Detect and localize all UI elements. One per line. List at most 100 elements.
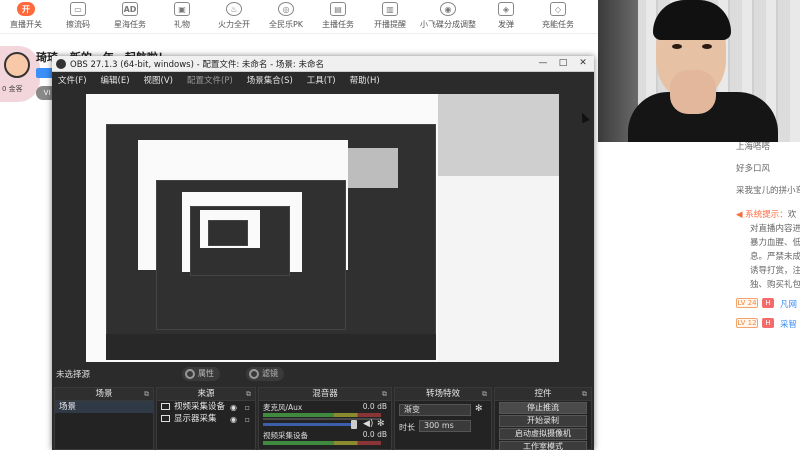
dock-float-icon[interactable]: ⧉ — [482, 388, 487, 401]
ufo-icon: ◉ — [440, 2, 456, 16]
audio-mixer-dock: 混音器 ⧉ 麦克风/Aux 0.0 dB ◀) ✻ 视频采集设备 0.0 dB — [258, 387, 392, 450]
no-source-selected-label: 未选择源 — [56, 370, 91, 380]
toolbar-task[interactable]: ▤ 主播任务 — [312, 0, 364, 34]
webcam-feed — [598, 0, 800, 142]
camera-icon — [161, 403, 170, 410]
system-notice-line: 息。严禁未成 — [750, 252, 800, 262]
gear-icon[interactable]: ✻ — [377, 419, 385, 429]
scene-list-item[interactable]: 场景 — [55, 401, 153, 413]
webcam-person-eye — [672, 44, 682, 49]
visibility-eye-icon[interactable]: ◉ — [230, 414, 237, 426]
source-name: 视频采集设备 — [174, 402, 226, 412]
chat-username[interactable]: 凡网 — [780, 298, 797, 310]
toolbar-pk[interactable]: ◎ 全民乐PK — [260, 0, 312, 34]
lock-icon[interactable]: ▫ — [245, 414, 250, 426]
stop-streaming-button[interactable]: 停止推流 — [499, 402, 587, 414]
toolbar-label: 发弹 — [498, 20, 514, 29]
start-virtual-camera-button[interactable]: 启动虚拟摄像机 — [499, 428, 587, 440]
obs-dock-row: 场景 ⧉ 场景 来源 ⧉ 视频采集设备 ◉ ▫ 显示器采集 ◉ ▫ 混音器 ⧉ 麦克风/ — [52, 387, 594, 450]
menu-tools[interactable]: 工具(T) — [307, 74, 336, 86]
filters-button[interactable]: 滤镜 — [246, 367, 284, 381]
avatar[interactable]: 0 金客 — [0, 46, 40, 102]
system-notice-label: ◀ 系统提示：欢 — [736, 208, 796, 220]
volume-slider-thumb[interactable] — [351, 420, 357, 429]
close-button[interactable]: ✕ — [574, 57, 592, 70]
toolbar-live-toggle[interactable]: 开 直播开关 — [0, 0, 52, 34]
obs-preview-canvas[interactable] — [86, 94, 559, 362]
monitor-icon — [161, 415, 170, 422]
system-label: 系统提示： — [745, 210, 788, 220]
streamer-toolbar: 开 直播开关 ▭ 擦流码 AD 星海任务 ▣ 礼物 ♨ 火力全开 ◎ 全民乐PK… — [0, 0, 600, 34]
toolbar-fire[interactable]: ♨ 火力全开 — [208, 0, 260, 34]
controls-dock: 控件 ⧉ 停止推流 开始录制 启动虚拟摄像机 工作室模式 — [494, 387, 592, 450]
menu-help[interactable]: 帮助(H) — [350, 74, 380, 86]
toolbar-label: 小飞碟分成调整 — [420, 20, 476, 29]
system-notice-line: 独、购买礼包 — [750, 280, 800, 290]
dock-float-icon[interactable]: ⧉ — [144, 388, 149, 401]
speaker-icon: ◀ — [736, 210, 746, 220]
mixer-dock-header: 混音器 ⧉ — [259, 388, 391, 401]
chat-message: 好多口风 — [736, 164, 771, 174]
pk-icon: ◎ — [278, 2, 294, 16]
toolbar-ufo[interactable]: ◉ 小飞碟分成调整 — [416, 0, 480, 34]
mixer-title: 混音器 — [312, 389, 338, 399]
volume-slider[interactable] — [263, 423, 353, 426]
source-list-item[interactable]: 显示器采集 ◉ ▫ — [157, 413, 255, 425]
speaker-icon[interactable]: ◀) — [363, 419, 373, 429]
webcam-person-hand — [670, 70, 716, 114]
toolbar-charge[interactable]: ◇ 充能任务 — [532, 0, 584, 34]
menu-scene-collection[interactable]: 场景集合(S) — [247, 74, 293, 86]
toolbar-label: 主播任务 — [322, 20, 354, 29]
obs-logo-icon — [56, 59, 66, 69]
task-icon: ▤ — [330, 2, 346, 16]
maximize-button[interactable]: □ — [554, 57, 572, 70]
dock-float-icon[interactable]: ⧉ — [246, 388, 251, 401]
toolbar-star-task[interactable]: AD 星海任务 — [104, 0, 156, 34]
toolbar-label: 星海任务 — [114, 20, 146, 29]
sources-title: 来源 — [197, 389, 215, 399]
chat-message: 采我宝儿的拼小弯 — [736, 186, 800, 196]
toolbar-remind[interactable]: ▥ 开播提醒 — [364, 0, 416, 34]
chat-username[interactable]: 采智 — [780, 318, 797, 330]
menu-view[interactable]: 视图(V) — [144, 74, 173, 86]
channel-db: 0.0 dB — [362, 402, 387, 411]
nested-docks — [106, 334, 436, 360]
gear-icon[interactable]: ✻ — [475, 404, 483, 414]
controls-dock-header: 控件 ⧉ — [495, 388, 591, 401]
user-level-badge: LV 24 — [736, 298, 758, 308]
menu-edit[interactable]: 编辑(E) — [101, 74, 130, 86]
toolbar-label: 擦流码 — [66, 20, 90, 29]
menu-profile[interactable]: 配置文件(P) — [187, 74, 233, 86]
source-list-item[interactable]: 视频采集设备 ◉ ▫ — [157, 401, 255, 413]
menu-file[interactable]: 文件(F) — [58, 74, 87, 86]
avatar-tag: 0 金客 — [2, 85, 23, 93]
nested-obs-level-4 — [208, 220, 248, 246]
system-notice-line: 对直播内容进 — [750, 224, 800, 234]
toolbar-label: 充能任务 — [542, 20, 574, 29]
minimize-button[interactable]: — — [534, 57, 552, 70]
duration-input[interactable]: 300 ms — [419, 420, 471, 432]
transition-type-select[interactable]: 渐变 — [399, 404, 471, 416]
start-recording-button[interactable]: 开始录制 — [499, 415, 587, 427]
obs-titlebar[interactable]: OBS 27.1.3 (64-bit, windows) - 配置文件: 未命名… — [52, 56, 594, 72]
ad-task-icon: AD — [122, 2, 138, 16]
filters-label: 滤镜 — [262, 369, 278, 378]
studio-mode-button[interactable]: 工作室模式 — [499, 441, 587, 450]
screen: 开 直播开关 ▭ 擦流码 AD 星海任务 ▣ 礼物 ♨ 火力全开 ◎ 全民乐PK… — [0, 0, 800, 450]
toolbar-label: 直播开关 — [10, 20, 42, 29]
toolbar-shoot[interactable]: ◈ 发弹 — [480, 0, 532, 34]
dock-float-icon[interactable]: ⧉ — [582, 388, 587, 401]
charge-icon: ◇ — [550, 2, 566, 16]
properties-label: 属性 — [198, 369, 214, 378]
source-name: 显示器采集 — [174, 414, 217, 424]
webcam-person-eye — [702, 44, 712, 49]
toolbar-gift[interactable]: ▣ 礼物 — [156, 0, 208, 34]
scenes-dock-header: 场景 ⧉ — [55, 388, 153, 401]
dock-float-icon[interactable]: ⧉ — [382, 388, 387, 401]
live-toggle-icon: 开 — [17, 2, 35, 16]
fire-icon: ♨ — [226, 2, 242, 16]
obs-window-title: OBS 27.1.3 (64-bit, windows) - 配置文件: 未命名… — [70, 60, 324, 70]
toolbar-label: 全民乐PK — [268, 20, 304, 29]
toolbar-stream-key[interactable]: ▭ 擦流码 — [52, 0, 104, 34]
properties-button[interactable]: 属性 — [182, 367, 220, 381]
